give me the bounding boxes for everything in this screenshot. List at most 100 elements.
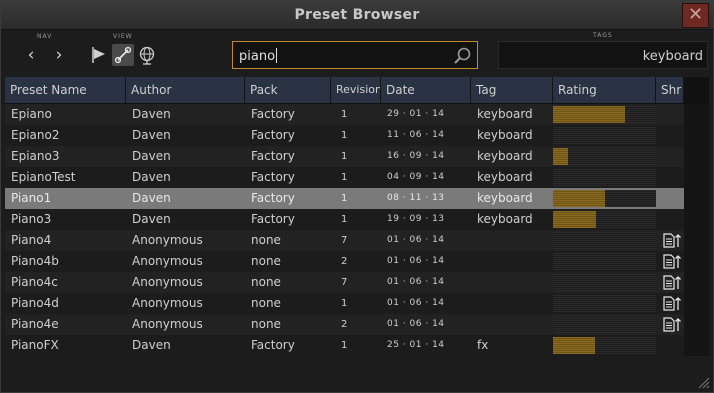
cell-preset-name: Piano4d (11, 296, 59, 310)
cell-author: Daven (132, 212, 171, 226)
tags-value: keyboard (642, 49, 703, 64)
cell-date: 01 · 06 · 14 (387, 277, 445, 287)
back-arrow-icon[interactable]: ‹ (23, 45, 39, 65)
table-row[interactable]: Piano1 Daven Factory 1 08 · 11 · 13 keyboard (5, 188, 709, 209)
cell-date: 01 · 06 · 14 (387, 256, 445, 266)
tags-field[interactable]: keyboard (498, 41, 708, 69)
table-row[interactable]: Piano4 Anonymous none 7 01 · 06 · 14 (5, 230, 709, 251)
rating-bar[interactable] (553, 211, 656, 228)
rating-bar[interactable] (553, 274, 656, 291)
play-flag-icon[interactable] (88, 44, 110, 66)
cell-revision: 2 (341, 256, 348, 267)
cell-date: 11 · 06 · 14 (387, 130, 445, 140)
share-icon[interactable] (661, 275, 683, 290)
cell-tag (471, 230, 553, 251)
cell-tag: keyboard (477, 107, 533, 121)
window-title: Preset Browser (294, 7, 420, 23)
cell-date: 01 · 06 · 14 (387, 235, 445, 245)
cell-tag: keyboard (477, 191, 533, 205)
column-header-pack[interactable]: Pack (245, 77, 331, 103)
cell-preset-name: PianoFX (11, 338, 59, 352)
column-header-date[interactable]: Date (381, 77, 471, 103)
table-row[interactable]: Epiano3 Daven Factory 1 16 · 09 · 14 keyboard (5, 146, 709, 167)
table-row[interactable]: Piano3 Daven Factory 1 19 · 09 · 13 keyboard (5, 209, 709, 230)
cell-date: 04 · 09 · 14 (387, 172, 445, 182)
cell-date: 16 · 09 · 14 (387, 151, 445, 161)
column-header-author[interactable]: Author (126, 77, 245, 103)
cell-date: 01 · 06 · 14 (387, 298, 445, 308)
column-header-rating[interactable]: Rating (553, 77, 656, 103)
table-row[interactable]: Piano4e Anonymous none 2 01 · 06 · 14 (5, 314, 709, 335)
table-row[interactable]: PianoFX Daven Factory 1 25 · 01 · 14 fx (5, 335, 709, 356)
cell-preset-name: Piano1 (11, 191, 52, 205)
table-row[interactable]: EpianoTest Daven Factory 1 04 · 09 · 14 keybo… (5, 167, 709, 188)
cell-tag (471, 293, 553, 314)
cell-preset-name: Piano4c (11, 275, 58, 289)
cell-pack: Factory (251, 191, 295, 205)
cell-pack: none (251, 317, 281, 331)
forward-arrow-icon[interactable]: › (51, 45, 67, 65)
cell-revision: 1 (341, 340, 348, 351)
cell-author: Anonymous (132, 296, 203, 310)
cell-preset-name: Piano4 (11, 233, 52, 247)
column-header-revision[interactable]: Revision (331, 77, 381, 103)
cell-tag (471, 272, 553, 293)
rating-bar[interactable] (553, 148, 656, 165)
cell-author: Daven (132, 338, 171, 352)
cell-author: Daven (132, 149, 171, 163)
preset-browser-window: Preset Browser ✕ NAV ‹ › VIEW piano TAGS… (0, 0, 714, 393)
share-icon[interactable] (661, 317, 683, 332)
rating-bar[interactable] (553, 295, 656, 312)
cell-pack: Factory (251, 170, 295, 184)
cell-author: Daven (132, 170, 171, 184)
rating-bar[interactable] (553, 190, 656, 207)
cell-revision: 1 (341, 151, 348, 162)
table-row[interactable]: Epiano Daven Factory 1 29 · 01 · 14 keyboard (5, 104, 709, 125)
cell-revision: 1 (341, 130, 348, 141)
resize-grip-icon[interactable] (698, 377, 710, 389)
rating-fill (553, 211, 597, 228)
rating-bar[interactable] (553, 169, 656, 186)
column-header-share[interactable]: Shr (656, 77, 684, 103)
share-icon[interactable] (661, 233, 683, 248)
rating-bar[interactable] (553, 232, 656, 249)
rating-bar[interactable] (553, 253, 656, 270)
link-view-icon[interactable] (112, 44, 134, 66)
rating-fill (553, 337, 596, 354)
cell-author: Anonymous (132, 254, 203, 268)
rating-bar[interactable] (553, 316, 656, 333)
cell-author: Daven (132, 191, 171, 205)
table-row[interactable]: Epiano2 Daven Factory 1 11 · 06 · 14 keyboard (5, 125, 709, 146)
cell-pack: none (251, 233, 281, 247)
table-row[interactable]: Piano4d Anonymous none 1 01 · 06 · 14 (5, 293, 709, 314)
cell-preset-name: Epiano3 (11, 149, 60, 163)
cell-preset-name: Piano4e (11, 317, 59, 331)
preset-table: Preset Name Author Pack Revision Date Ta… (5, 77, 709, 356)
rating-bar[interactable] (553, 337, 656, 354)
search-input[interactable]: piano (232, 41, 478, 69)
title-bar[interactable]: Preset Browser ✕ (1, 1, 713, 30)
table-row[interactable]: Piano4c Anonymous none 7 01 · 06 · 14 (5, 272, 709, 293)
share-icon[interactable] (661, 296, 683, 311)
cell-pack: none (251, 254, 281, 268)
rating-bar[interactable] (553, 127, 656, 144)
rating-bar[interactable] (553, 106, 656, 123)
cell-tag: keyboard (477, 170, 533, 184)
cell-revision: 1 (341, 172, 348, 183)
table-row[interactable]: Piano4b Anonymous none 2 01 · 06 · 14 (5, 251, 709, 272)
cell-author: Daven (132, 107, 171, 121)
share-icon[interactable] (661, 254, 683, 269)
cell-author: Anonymous (132, 233, 203, 247)
cell-tag: keyboard (477, 212, 533, 226)
column-header-tag[interactable]: Tag (471, 77, 553, 103)
cell-author: Daven (132, 128, 171, 142)
column-header-preset-name[interactable]: Preset Name (5, 77, 126, 103)
vertical-scrollbar[interactable] (684, 104, 709, 356)
search-icon[interactable] (452, 46, 472, 66)
close-button[interactable]: ✕ (682, 3, 709, 28)
cell-tag: fx (477, 338, 489, 352)
globe-icon[interactable] (136, 44, 158, 66)
cell-preset-name: EpianoTest (11, 170, 76, 184)
cell-revision: 1 (341, 214, 348, 225)
cell-pack: none (251, 296, 281, 310)
